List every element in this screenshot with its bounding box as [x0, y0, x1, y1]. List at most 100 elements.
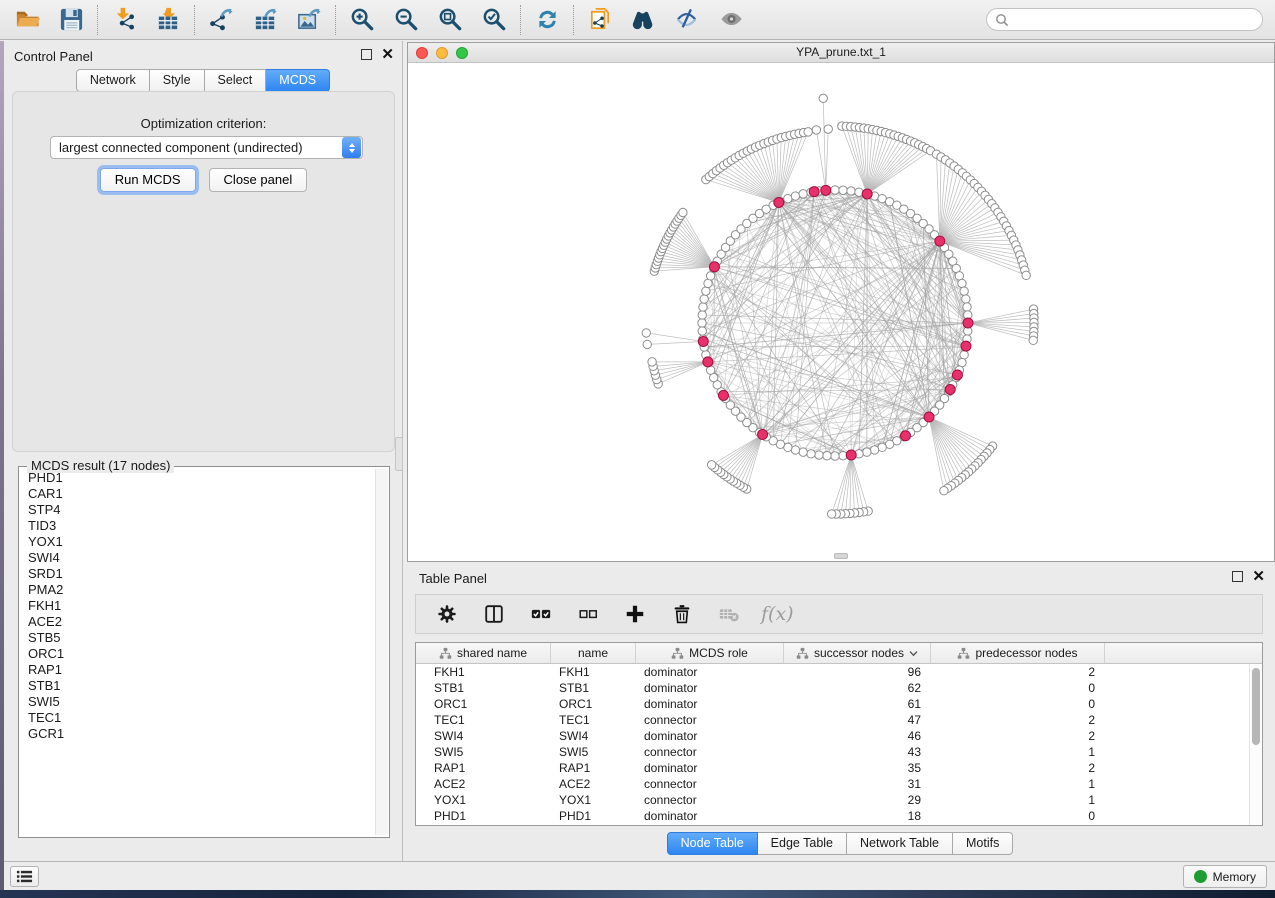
- network-node[interactable]: [812, 126, 820, 134]
- tab-node-table[interactable]: Node Table: [667, 832, 758, 855]
- mcds-result-item[interactable]: STB5: [28, 630, 374, 646]
- table-row[interactable]: FKH1FKH1dominator962: [416, 664, 1262, 680]
- network-node[interactable]: [1029, 336, 1037, 344]
- mcds-result-item[interactable]: YOX1: [28, 534, 374, 550]
- add-icon[interactable]: [620, 599, 650, 629]
- network-node[interactable]: [863, 448, 871, 456]
- mcds-result-item[interactable]: TID3: [28, 518, 374, 534]
- network-node[interactable]: [791, 192, 799, 200]
- close-panel-button[interactable]: Close panel: [209, 168, 308, 192]
- mcds-result-item[interactable]: SWI5: [28, 694, 374, 710]
- float-table-panel-icon[interactable]: [1232, 571, 1243, 582]
- mcds-result-item[interactable]: CAR1: [28, 486, 374, 502]
- network-node[interactable]: [958, 279, 966, 287]
- close-panel-icon[interactable]: ✕: [381, 49, 394, 60]
- network-node[interactable]: [700, 295, 708, 303]
- memory-button[interactable]: Memory: [1183, 865, 1267, 888]
- mcds-hub-node[interactable]: [945, 385, 955, 395]
- mcds-result-item[interactable]: ACE2: [28, 614, 374, 630]
- network-node[interactable]: [963, 303, 971, 311]
- network-node[interactable]: [699, 303, 707, 311]
- table-row[interactable]: STB1STB1dominator620: [416, 680, 1262, 696]
- export-table-icon[interactable]: [250, 5, 280, 35]
- mcds-hub-node[interactable]: [758, 430, 768, 440]
- mcds-hub-node[interactable]: [862, 189, 872, 199]
- table-row[interactable]: ACE2ACE2connector311: [416, 776, 1262, 792]
- table-row[interactable]: PHD1PHD1dominator180: [416, 808, 1262, 824]
- tab-network[interactable]: Network: [76, 69, 150, 92]
- network-node[interactable]: [702, 287, 710, 295]
- vertical-splitter-handle[interactable]: [395, 437, 403, 471]
- table-scrollbar[interactable]: [1249, 664, 1262, 825]
- network-node[interactable]: [648, 358, 656, 366]
- mcds-hub-node[interactable]: [774, 197, 784, 207]
- mcds-result-item[interactable]: RAP1: [28, 662, 374, 678]
- network-node[interactable]: [847, 187, 855, 195]
- network-node[interactable]: [1022, 271, 1030, 279]
- network-node[interactable]: [707, 461, 715, 469]
- mcds-hub-node[interactable]: [961, 341, 971, 351]
- network-node[interactable]: [698, 311, 706, 319]
- mcds-hub-node[interactable]: [718, 390, 728, 400]
- optimization-criterion-select[interactable]: largest connected component (undirected): [50, 136, 363, 159]
- deselect-all-icon[interactable]: [573, 599, 603, 629]
- column-header-name[interactable]: name: [551, 643, 636, 663]
- search-input[interactable]: [1014, 13, 1254, 27]
- network-node[interactable]: [827, 510, 835, 518]
- tab-style[interactable]: Style: [150, 69, 205, 92]
- mcds-hub-node[interactable]: [846, 450, 856, 460]
- tab-edge-table[interactable]: Edge Table: [758, 832, 847, 855]
- float-panel-icon[interactable]: [361, 49, 372, 60]
- network-node[interactable]: [799, 448, 807, 456]
- export-image-icon[interactable]: [294, 5, 324, 35]
- export-network-icon[interactable]: [206, 5, 236, 35]
- save-session-icon[interactable]: [56, 5, 86, 35]
- zoom-fit-icon[interactable]: [435, 5, 465, 35]
- tab-motifs[interactable]: Motifs: [953, 832, 1013, 855]
- network-node[interactable]: [698, 327, 706, 335]
- new-network-from-selection-icon[interactable]: [585, 5, 615, 35]
- columns-icon[interactable]: [479, 599, 509, 629]
- zoom-in-icon[interactable]: [347, 5, 377, 35]
- network-node[interactable]: [870, 446, 878, 454]
- network-node[interactable]: [643, 340, 651, 348]
- mcds-result-item[interactable]: TEC1: [28, 710, 374, 726]
- zoom-selected-icon[interactable]: [479, 5, 509, 35]
- mcds-hub-node[interactable]: [709, 262, 719, 272]
- network-node[interactable]: [819, 94, 827, 102]
- open-file-icon[interactable]: [12, 5, 42, 35]
- import-table-icon[interactable]: [153, 5, 183, 35]
- column-header-MCDS-role[interactable]: MCDS role: [636, 643, 784, 663]
- network-node[interactable]: [962, 295, 970, 303]
- search-field[interactable]: [986, 8, 1263, 31]
- mcds-list-scrollbar[interactable]: [375, 469, 388, 835]
- network-node[interactable]: [698, 319, 706, 327]
- network-node[interactable]: [831, 452, 839, 460]
- find-icon[interactable]: [629, 5, 659, 35]
- tab-network-table[interactable]: Network Table: [847, 832, 953, 855]
- network-canvas[interactable]: [408, 63, 1274, 561]
- network-node[interactable]: [799, 190, 807, 198]
- mcds-result-item[interactable]: STP4: [28, 502, 374, 518]
- column-header-shared-name[interactable]: shared name: [416, 643, 551, 663]
- network-node[interactable]: [960, 351, 968, 359]
- mcds-result-list[interactable]: PHD1CAR1STP4TID3YOX1SWI4SRD1PMA2FKH1ACE2…: [21, 470, 374, 835]
- window-zoom-icon[interactable]: [456, 47, 468, 59]
- function-builder-button[interactable]: f(x): [761, 603, 794, 625]
- network-node[interactable]: [940, 487, 948, 495]
- table-row[interactable]: SWI5SWI5connector431: [416, 744, 1262, 760]
- network-node[interactable]: [642, 329, 650, 337]
- mcds-result-item[interactable]: PMA2: [28, 582, 374, 598]
- hide-selected-icon[interactable]: [673, 5, 703, 35]
- mcds-result-item[interactable]: GCR1: [28, 726, 374, 742]
- network-window-titlebar[interactable]: YPA_prune.txt_1: [408, 43, 1274, 63]
- show-all-icon[interactable]: [717, 5, 747, 35]
- table-row[interactable]: YOX1YOX1connector291: [416, 792, 1262, 808]
- mcds-hub-node[interactable]: [900, 431, 910, 441]
- network-node[interactable]: [804, 128, 812, 136]
- network-node[interactable]: [807, 450, 815, 458]
- network-node[interactable]: [831, 186, 839, 194]
- mcds-result-item[interactable]: SWI4: [28, 550, 374, 566]
- select-all-icon[interactable]: [526, 599, 556, 629]
- close-table-panel-icon[interactable]: ✕: [1252, 571, 1265, 582]
